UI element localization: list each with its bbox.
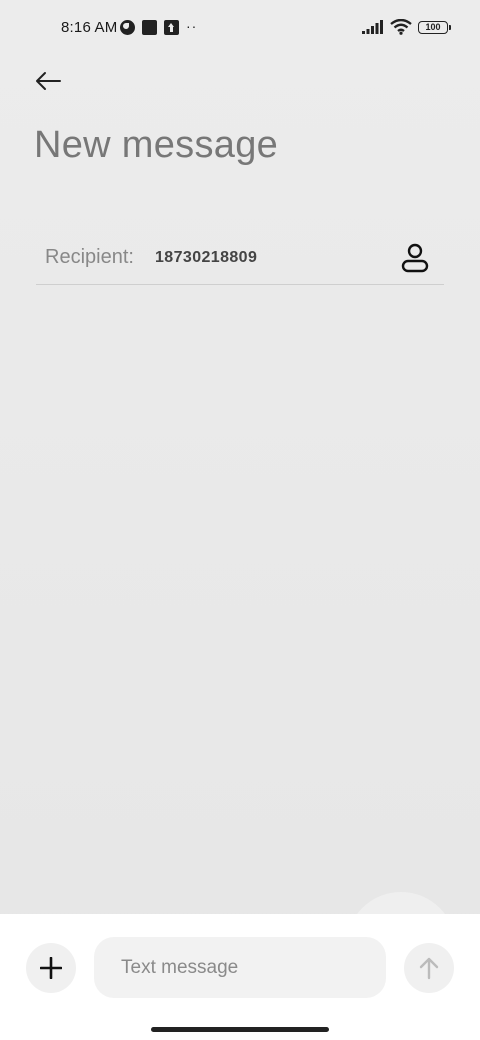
- status-icons-right: 100: [362, 18, 451, 36]
- recipient-row[interactable]: Recipient: 18730218809: [36, 232, 444, 285]
- notification-square-icon: [142, 20, 157, 35]
- status-bar: 8:16 AM ·· 100: [0, 0, 480, 56]
- messaging-screen: 8:16 AM ·· 100 New message Recipient: 18…: [0, 0, 480, 1040]
- status-icons-left: ··: [120, 19, 200, 36]
- contact-icon: [401, 243, 429, 273]
- send-button[interactable]: [404, 943, 454, 993]
- home-indicator[interactable]: [151, 1027, 329, 1032]
- battery-icon: 100: [418, 20, 451, 34]
- upload-icon: [164, 20, 179, 35]
- message-input[interactable]: [94, 937, 386, 998]
- plus-icon: [40, 957, 62, 979]
- recipient-value[interactable]: 18730218809: [155, 249, 257, 267]
- message-composer: [0, 914, 480, 1040]
- arrow-left-icon: [36, 72, 61, 90]
- wifi-icon: [390, 19, 412, 35]
- attach-button[interactable]: [26, 943, 76, 993]
- recipient-label: Recipient:: [45, 246, 134, 268]
- data-saver-icon: [120, 20, 135, 35]
- back-button[interactable]: [30, 64, 66, 98]
- select-contact-button[interactable]: [398, 241, 432, 275]
- status-time: 8:16 AM: [61, 19, 118, 36]
- signal-icon: [362, 20, 383, 34]
- more-dots-icon: ··: [186, 18, 198, 34]
- arrow-up-icon: [419, 957, 439, 980]
- page-title: New message: [34, 124, 279, 166]
